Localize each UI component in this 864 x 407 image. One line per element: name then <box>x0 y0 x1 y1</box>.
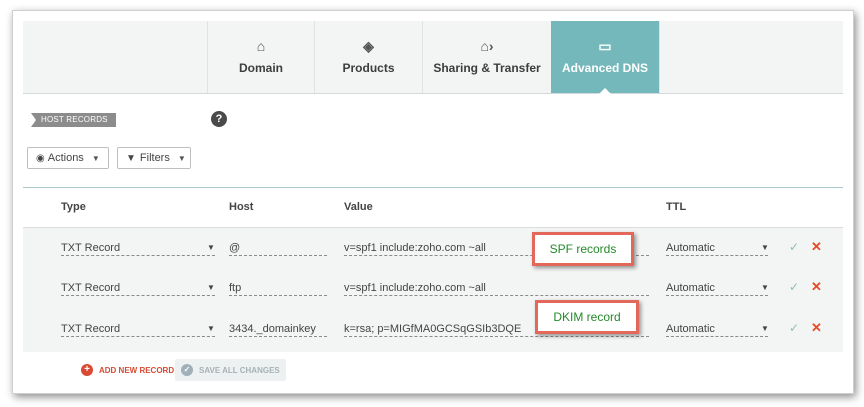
column-ttl: TTL <box>666 201 687 213</box>
tab-divider <box>659 21 660 93</box>
host-records-label: HOST RECORDS <box>31 113 116 127</box>
column-value: Value <box>344 201 373 213</box>
box-icon: ◈ <box>363 38 374 54</box>
record-value-input[interactable]: v=spf1 include:zoho.com ~all <box>344 280 649 296</box>
actions-dropdown[interactable]: ◉ Actions ▼ <box>27 147 109 169</box>
filter-icon: ▼ <box>126 152 136 164</box>
chevron-down-icon: ▼ <box>177 153 186 163</box>
tab-bar: ⌂ Domain ◈ Products ⌂› Sharing & Transfe… <box>23 21 843 94</box>
record-type-select[interactable]: TXT Record <box>61 240 215 256</box>
help-icon[interactable]: ? <box>211 111 227 127</box>
share-house-icon: ⌂› <box>480 38 494 54</box>
checkmark-icon: ✓ <box>181 364 193 376</box>
add-new-record-button[interactable]: + ADD NEW RECORD <box>75 359 180 381</box>
filters-label: Filters <box>139 152 170 164</box>
tab-advanced-dns-label: Advanced DNS <box>561 61 649 75</box>
table-divider-top <box>23 187 843 188</box>
screenshot-frame: ⌂ Domain ◈ Products ⌂› Sharing & Transfe… <box>12 10 854 394</box>
tab-domain[interactable]: ⌂ Domain <box>207 21 314 93</box>
tab-domain-label: Domain <box>238 61 283 75</box>
plus-icon: + <box>81 364 93 376</box>
chevron-down-icon: ▼ <box>207 324 215 333</box>
record-host-input[interactable]: @ <box>229 240 327 256</box>
checkmark-icon[interactable]: ✓ <box>789 280 799 294</box>
delete-icon[interactable]: ✕ <box>811 320 822 336</box>
house-icon: ⌂ <box>256 38 266 54</box>
dns-panel: ⌂ Domain ◈ Products ⌂› Sharing & Transfe… <box>23 21 843 383</box>
tab-sharing-label: Sharing & Transfer <box>433 61 541 75</box>
chevron-down-icon: ▼ <box>91 153 100 163</box>
record-type-select[interactable]: TXT Record <box>61 280 215 296</box>
record-type-select[interactable]: TXT Record <box>61 321 215 337</box>
tab-advanced-dns[interactable]: ▭ Advanced DNS <box>551 21 659 94</box>
record-ttl-select[interactable]: Automatic <box>666 240 768 256</box>
chevron-down-icon: ▼ <box>207 283 215 292</box>
chevron-down-icon: ▼ <box>207 243 215 252</box>
column-type: Type <box>61 201 86 213</box>
chevron-down-icon: ▼ <box>761 243 769 252</box>
record-host-input[interactable]: ftp <box>229 280 327 296</box>
save-all-changes-button[interactable]: ✓ SAVE ALL CHANGES <box>175 359 286 381</box>
play-circle-icon: ◉ <box>36 152 45 164</box>
checkmark-icon[interactable]: ✓ <box>789 240 799 254</box>
tab-products-label: Products <box>342 61 395 75</box>
spf-callout: SPF records <box>532 232 634 266</box>
filters-dropdown[interactable]: ▼ Filters ▼ <box>117 147 191 169</box>
dns-server-icon: ▭ <box>598 38 612 54</box>
record-ttl-select[interactable]: Automatic <box>666 280 768 296</box>
delete-icon[interactable]: ✕ <box>811 279 822 295</box>
records-table: TXT Record ▼ @ v=spf1 include:zoho.com ~… <box>23 227 843 352</box>
checkmark-icon[interactable]: ✓ <box>789 321 799 335</box>
dkim-callout: DKIM record <box>535 300 639 334</box>
record-host-input[interactable]: 3434._domainkey <box>229 321 327 337</box>
tab-products[interactable]: ◈ Products <box>314 21 422 93</box>
tab-sharing-transfer[interactable]: ⌂› Sharing & Transfer <box>422 21 551 93</box>
chevron-down-icon: ▼ <box>761 324 769 333</box>
chevron-down-icon: ▼ <box>761 283 769 292</box>
record-ttl-select[interactable]: Automatic <box>666 321 768 337</box>
save-all-changes-label: SAVE ALL CHANGES <box>199 365 280 375</box>
add-new-record-label: ADD NEW RECORD <box>99 365 175 375</box>
column-host: Host <box>229 201 254 213</box>
actions-label: Actions <box>47 152 84 164</box>
delete-icon[interactable]: ✕ <box>811 239 822 255</box>
